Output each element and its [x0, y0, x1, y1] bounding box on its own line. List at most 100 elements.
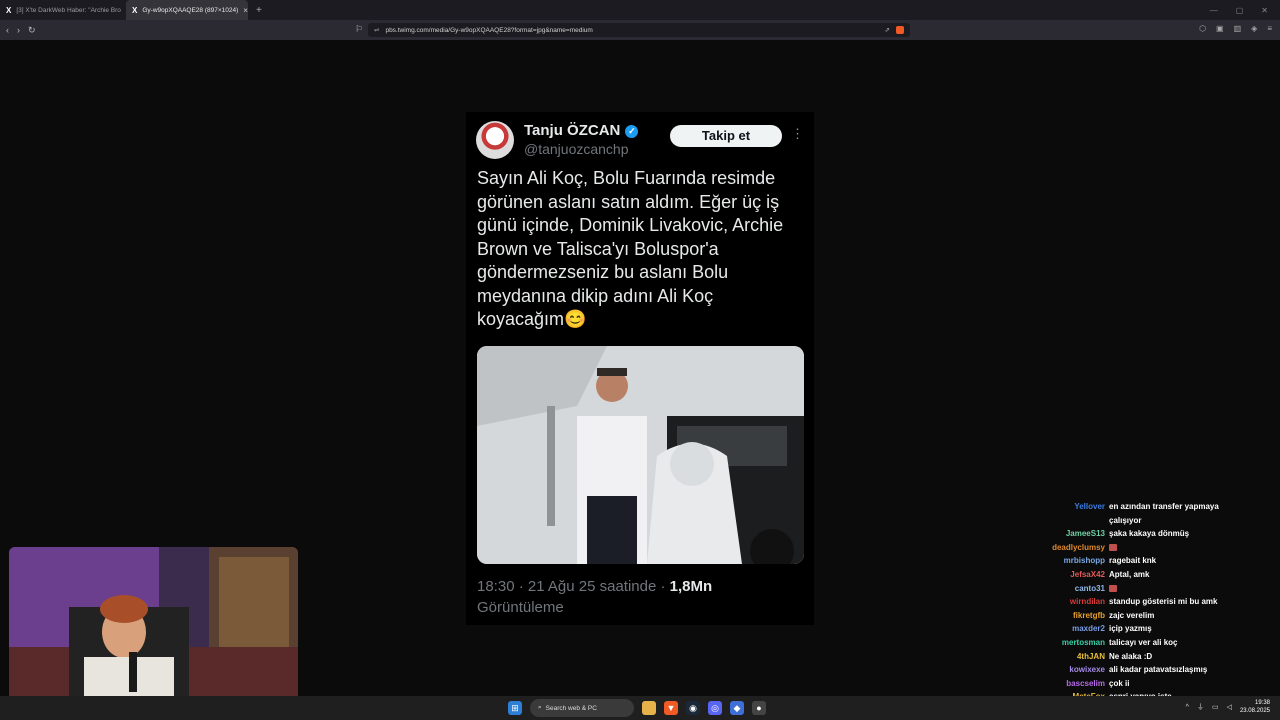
chat-text	[1109, 541, 1249, 555]
back-icon[interactable]: ‹	[6, 25, 9, 35]
close-tab-icon[interactable]: ×	[243, 6, 248, 15]
chat-username[interactable]: maxder2	[1000, 622, 1105, 636]
tab-bar: X [3] X'te DarkWeb Haber: "Archie Bro X …	[0, 0, 1280, 20]
chat-message: canto31	[1000, 582, 1280, 596]
chat-username[interactable]: kowixexe	[1000, 663, 1105, 677]
tab-twitter[interactable]: X [3] X'te DarkWeb Haber: "Archie Bro	[0, 0, 122, 20]
menu-icon[interactable]: ≡	[1267, 24, 1272, 33]
clock-date: 23.08.2025	[1239, 708, 1270, 714]
tweet-text: Sayın Ali Koç, Bolu Fuarında resimde gör…	[477, 168, 784, 329]
tweet-author-handle: @tanjuozcanchp	[524, 141, 629, 157]
search-icon: ⌕	[538, 704, 542, 711]
brave-shield-icon[interactable]	[896, 26, 904, 34]
tab-image[interactable]: X Gy-w9opXQAAQE28 (897×1024) ×	[126, 0, 248, 20]
url-text: pbs.twimg.com/media/Gy-w9opXQAAQE28?form…	[385, 26, 593, 34]
chat-text: Aptal, amk	[1109, 569, 1150, 579]
chat-username[interactable]: Yellover	[1000, 500, 1105, 527]
verified-icon: ✓	[625, 125, 639, 138]
chat-username[interactable]: mrbishopp	[1000, 554, 1105, 568]
chat-text: standup gösterisi mi bu amk	[1109, 597, 1218, 607]
minimize-button[interactable]: —	[1210, 6, 1218, 15]
app-icon[interactable]: ◆	[730, 701, 744, 715]
chat-username[interactable]: deadlyclumsy	[1000, 541, 1105, 555]
clock[interactable]: 19:38 23.08.2025	[1240, 699, 1270, 715]
volume-icon[interactable]: ◁	[1227, 703, 1232, 711]
taskbar-center: ⊞ ⌕ Search web & PC ▼ ◉ ◎ ◆ ●	[508, 699, 766, 717]
new-tab-button[interactable]: +	[256, 5, 262, 16]
share-icon[interactable]: ⇗	[885, 26, 890, 34]
x-logo-icon: X	[132, 5, 138, 15]
chat-message: JameeS13 şaka kakaya dönmüş	[1000, 527, 1280, 541]
x-logo-icon: X	[6, 5, 12, 15]
tweet-author-name: Tanju ÖZCAN ✓	[524, 122, 639, 139]
tweet-meta: 18:30 · 21 Ağu 25 saatinde · 1,8Mn Görün…	[477, 576, 797, 618]
chat-username[interactable]: bascselim	[1000, 677, 1105, 691]
chat-text	[1109, 582, 1249, 596]
maximize-button[interactable]: ▢	[1236, 6, 1244, 15]
wallet-icon[interactable]: ▣	[1216, 24, 1224, 33]
file-explorer-icon[interactable]	[642, 701, 656, 715]
extensions-icon[interactable]: ⬡	[1199, 24, 1206, 33]
windows-start-icon[interactable]: ⊞	[508, 701, 522, 715]
reload-icon[interactable]: ↻	[28, 25, 36, 36]
chat-overlay: Yellover en azından transfer yapmaya çalı…	[1000, 500, 1280, 704]
chat-text: zajc verelim	[1109, 610, 1155, 620]
tray-chevron-icon[interactable]: ^	[1186, 704, 1189, 711]
clock-time: 19:38	[1254, 700, 1270, 706]
chat-message: fikretgfb zajc verelim	[1000, 609, 1280, 623]
chat-text: en azından transfer yapmaya çalışıyor	[1109, 502, 1219, 525]
chat-message: JefsaX42 Aptal, amk	[1000, 568, 1280, 582]
photo-illustration	[477, 346, 804, 564]
chat-username[interactable]: 4thJAN	[1000, 650, 1105, 664]
chat-text: içip yazmış	[1109, 624, 1152, 634]
chat-message: mertosman talicayı ver ali koç	[1000, 636, 1280, 650]
window-controls: — ▢ ✕	[1210, 6, 1280, 15]
chat-username[interactable]: wirndilan	[1000, 595, 1105, 609]
toolbar-right: ⬡ ▣ ▥ ◈ ≡	[1199, 24, 1272, 33]
chat-message: Yellover en azından transfer yapmaya çalı…	[1000, 500, 1280, 527]
chat-username[interactable]: JefsaX42	[1000, 568, 1105, 582]
chat-username[interactable]: fikretgfb	[1000, 609, 1105, 623]
discord-icon[interactable]: ◎	[708, 701, 722, 715]
forward-icon[interactable]: ›	[17, 25, 20, 35]
microphone-icon[interactable]: ⏚	[1197, 702, 1204, 712]
address-bar[interactable]: ⇌ pbs.twimg.com/media/Gy-w9opXQAAQE28?fo…	[368, 23, 910, 37]
tab-label: Gy-w9opXQAAQE28 (897×1024)	[142, 6, 239, 14]
chat-text: talicayı ver ali koç	[1109, 637, 1178, 647]
tab-label: [3] X'te DarkWeb Haber: "Archie Bro	[16, 6, 121, 14]
chat-message: bascselim çok ii	[1000, 677, 1280, 691]
more-options-icon: ⋮	[791, 126, 804, 141]
chat-message: kowixexe ali kadar patavatsızlaşmış	[1000, 663, 1280, 677]
chat-message: wirndilan standup gösterisi mi bu amk	[1000, 595, 1280, 609]
vpn-icon[interactable]: ◈	[1251, 24, 1257, 33]
network-icon[interactable]: ▭	[1212, 703, 1219, 711]
sidebar-icon[interactable]: ▥	[1234, 24, 1242, 33]
chat-text: Ne alaka :D	[1109, 651, 1153, 661]
tweet-timestamp: 18:30 · 21 Ağu 25 saatinde ·	[477, 578, 670, 595]
taskbar: ⊞ ⌕ Search web & PC ▼ ◉ ◎ ◆ ● ^ ⏚ ▭ ◁ 19…	[0, 696, 1280, 720]
chat-text: ali kadar patavatsızlaşmış	[1109, 665, 1208, 675]
emote-icon	[1109, 584, 1117, 592]
chat-username[interactable]: JameeS13	[1000, 527, 1105, 541]
chat-username[interactable]: canto31	[1000, 582, 1105, 596]
system-tray: ^ ⏚ ▭ ◁ 19:38 23.08.2025	[1186, 699, 1270, 715]
avatar	[476, 121, 514, 159]
chat-username[interactable]: mertosman	[1000, 636, 1105, 650]
chat-text: ragebait knk	[1109, 556, 1157, 566]
close-window-button[interactable]: ✕	[1261, 6, 1268, 15]
view-count: 1,8Mn	[669, 578, 713, 595]
brave-browser-icon[interactable]: ▼	[664, 701, 678, 715]
chat-text: çok ii	[1109, 678, 1130, 688]
steam-icon[interactable]: ◉	[686, 701, 700, 715]
views-label: Görüntüleme	[477, 599, 564, 616]
bookmark-icon[interactable]: ⚐	[355, 24, 363, 35]
taskbar-search[interactable]: ⌕ Search web & PC	[530, 699, 634, 717]
chat-text: şaka kakaya dönmüş	[1109, 529, 1190, 539]
tweet-image: Tanju ÖZCAN ✓ @tanjuozcanchp Takip et ⋮ S…	[466, 112, 814, 625]
site-info-icon[interactable]: ⇌	[374, 26, 379, 34]
follow-button: Takip et	[670, 125, 782, 147]
webcam-overlay	[9, 547, 298, 710]
nav-bar: ‹ › ↻ ⚐ ⇌ pbs.twimg.com/media/Gy-w9opXQA…	[0, 20, 1280, 40]
search-placeholder: Search web & PC	[545, 704, 597, 712]
obs-icon[interactable]: ●	[752, 701, 766, 715]
